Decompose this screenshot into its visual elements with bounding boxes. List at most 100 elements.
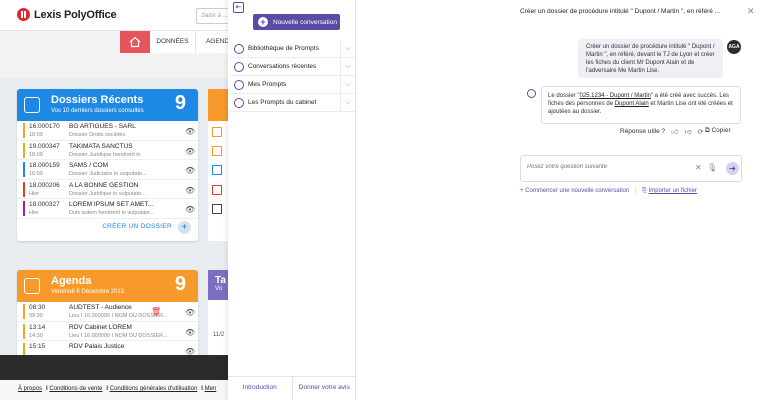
list-item[interactable]: 19.000347 18:09 TAKIMATA SANCTUS Dossier Ju… [17,141,198,160]
agenda-header: Agenda Vendredi 6 Décembre 2019 9 [17,270,198,302]
eye-icon[interactable]: 👁 [185,347,195,355]
chevron-down-icon[interactable]: ⌵ [340,58,355,75]
tasks-card: Ta Vo 11/2 [208,270,228,355]
menu-item-recent-conversations[interactable]: Conversations récentes ⌵ [230,58,355,76]
send-button[interactable]: ➜ [726,162,739,175]
documents-header [208,89,228,121]
menu-item-prompt-library[interactable]: Bibliothèque de Prompts ⌵ [230,40,355,58]
status-bar [23,162,25,177]
menu-item-label: Bibliothèque de Prompts [248,45,319,52]
item-reference: 18.000327 [29,201,60,208]
item-time: 09:30 [29,313,43,319]
list-item[interactable]: 15:15RDV Palais Justice👁⋮ [17,341,198,355]
app-topbar: Lexis PolyOffice Saisir à ... [0,0,240,31]
menu-item-label: Conversations récentes [248,63,317,70]
footer-link-terms-of-use[interactable]: Conditions générales d'utilisation [110,386,198,392]
book-icon [234,43,244,54]
document-icon [212,204,222,214]
assistant-bottom-tabs: Introduction Donner votre avis [228,376,356,400]
close-icon[interactable]: ✕ [747,6,755,17]
import-file-link[interactable]: Importer un fichier [649,188,697,194]
menu-item-label: Mes Prompts [248,81,287,88]
item-name: RDV Palais Justice [69,343,125,350]
assistant-text: Le dossier " [548,93,580,99]
item-reference: 08:30 [29,304,46,311]
chevron-down-icon[interactable]: ⌵ [340,40,355,57]
assistant-icon [527,89,536,98]
item-name: LOREM IPSUM SET AMET... [69,201,154,208]
list-item[interactable]: 18.000159 16:09 SAMS / COM Dossier Judiciai… [17,160,198,180]
tab-donnees[interactable]: DONNÉES [150,31,196,53]
item-time: Hier [29,210,40,216]
new-conversation-label: Nouvelle conversation [273,18,337,26]
collapse-panel-icon[interactable]: ⇤ [233,2,244,13]
eye-icon[interactable]: 👁 [185,147,195,156]
list-item[interactable]: 13:14 14:30 RDV Cabinet LOREM Lieu I 16.000… [17,322,198,341]
item-reference: 13:14 [29,323,46,331]
app-footer-dark [0,355,240,380]
person-link[interactable]: Dupont Alain [615,101,649,107]
list-item[interactable]: 16.000170 18:09 BG ARTIGUES - SARL Dossier … [17,121,198,141]
eye-icon[interactable]: 👁 [185,186,195,195]
eye-icon[interactable]: 👁 [185,127,195,136]
item-name: AUDTEST - Audience [69,304,132,311]
new-conversation-button[interactable]: + Nouvelle conversation [253,14,340,30]
add-file-button[interactable]: + [178,220,191,234]
attach-icon: ⎘ [642,188,647,194]
list-item[interactable]: 18.000327 Hier LOREM IPSUM SET AMET... Duis… [17,199,198,219]
feedback-link[interactable]: Donner votre avis [291,377,357,400]
status-bar [23,201,25,216]
document-icon [212,127,222,137]
app-logo[interactable]: Lexis PolyOffice [17,8,117,21]
home-icon [129,36,141,48]
card-title: Dossiers Récents [51,94,144,106]
list-item[interactable]: 18.000206 Hier A LA BONNE GESTION Dossier J… [17,180,198,199]
thumbs-down-icon[interactable]: 👎︎ [685,127,692,136]
item-time: Hier [29,190,40,197]
chevron-down-icon[interactable]: ⌵ [340,76,355,93]
menu-item-firm-prompts[interactable]: Les Prompts du cabinet ⌵ [230,94,355,112]
item-name: A LA BONNE GESTION [69,181,139,189]
chat-bubble-icon [234,79,244,90]
item-reference: 15:15 [29,343,46,350]
microphone-icon[interactable]: 🎙︎ [707,163,717,172]
create-file-link[interactable]: CRÉER UN DOSSIER [102,223,172,230]
recent-files-card: Dossiers Récents Vos 10 derniers dossier… [17,89,198,241]
footer-link-more[interactable]: Men [205,386,217,392]
list-item[interactable]: 08:30 09:30 AUDTEST - Audience Lieu I 16.00… [17,302,198,322]
chat-input[interactable] [527,164,687,170]
eye-icon[interactable]: 👁 [185,205,195,214]
trash-icon[interactable]: 🗑 [151,307,161,316]
eye-icon[interactable]: 👁 [185,308,195,317]
item-description: Dossier Droits sociétés [69,132,126,138]
home-button[interactable] [120,31,150,53]
thumbs-up-icon[interactable]: 👍︎ [671,127,678,136]
chevron-down-icon[interactable]: ⌵ [340,94,355,111]
eye-icon[interactable]: 👁 [185,328,195,337]
new-conversation-link[interactable]: + Commencer une nouvelle conversation [520,188,629,194]
clear-icon[interactable]: ✕ [695,163,702,172]
logo-text: Lexis PolyOffice [34,8,117,21]
item-time: 14:30 [29,332,43,339]
eye-icon[interactable]: 👁 [185,166,195,175]
footer-link-sales-terms[interactable]: Conditions de vente [49,386,102,392]
item-time: 18:09 [29,151,43,158]
user-message: Créer un dossier de procédure intitulé "… [578,39,723,78]
copy-button[interactable]: ⧉ Copier [705,127,731,135]
card-subtitle: Vos 10 derniers dossiers consultés [51,108,144,114]
file-link[interactable]: 025.1234 - Dupont / Martin [579,93,650,99]
regenerate-icon[interactable]: ⟳ [698,128,704,136]
copy-icon: ⧉ [705,127,710,134]
footer-link-about[interactable]: À propos [18,386,42,392]
menu-item-label: Les Prompts du cabinet [248,99,317,106]
pdf-icon [212,185,222,195]
document-icon [212,146,222,156]
chat-panel: Créer un dossier de procédure intitulé "… [357,0,767,400]
item-name: BG ARTIGUES - SARL [69,123,136,130]
chat-actions: + Commencer une nouvelle conversation | … [520,188,697,195]
item-reference: 18.000206 [29,181,60,189]
item-description: Duis autem hendrerit in vulputate... [69,210,155,216]
menu-item-my-prompts[interactable]: Mes Prompts ⌵ [230,76,355,94]
calendar-icon [24,278,40,294]
introduction-link[interactable]: Introduction [228,377,292,400]
